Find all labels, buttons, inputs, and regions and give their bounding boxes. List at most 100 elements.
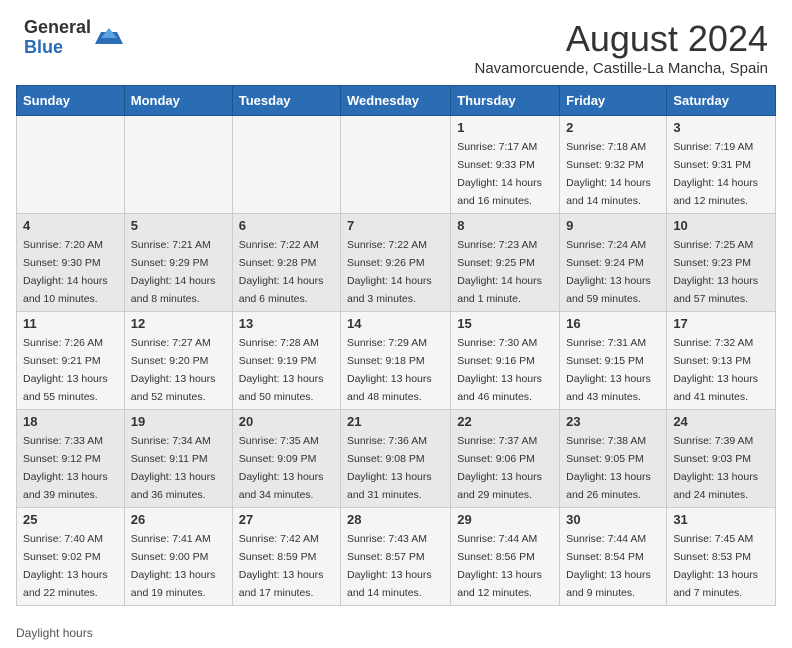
week-row-3: 11Sunrise: 7:26 AM Sunset: 9:21 PM Dayli… [17,312,776,410]
day-cell: 14 Sunrise: 7:29 AM Sunset: 9:18 PM Dayli… [341,312,451,410]
day-number: 7 [347,218,444,233]
calendar-table: SundayMondayTuesdayWednesdayThursdayFrid… [16,85,776,606]
daylight-hours-label: Daylight hours [16,626,93,640]
day-info: Sunrise: 7:18 AM Sunset: 9:32 PM Dayligh… [566,141,651,207]
day-number: 27 [239,512,334,527]
day-cell: 12 Sunrise: 7:27 AM Sunset: 9:20 PM Dayli… [124,312,232,410]
day-cell [341,116,451,214]
day-number: 26 [131,512,226,527]
day-info: Sunrise: 7:44 AM Sunset: 8:54 PM Dayligh… [566,533,651,599]
day-number: 28 [347,512,444,527]
day-number: 1 [457,120,553,135]
day-cell: 16 Sunrise: 7:31 AM Sunset: 9:15 PM Dayli… [560,312,667,410]
day-info: Sunrise: 7:29 AM Sunset: 9:18 PM Dayligh… [347,337,432,403]
day-cell: 10Sunrise: 7:25 AM Sunset: 9:23 PM Dayli… [667,214,776,312]
header-cell-tuesday: Tuesday [232,86,340,116]
day-cell: 15 Sunrise: 7:30 AM Sunset: 9:16 PM Dayli… [451,312,560,410]
day-cell [17,116,125,214]
day-number: 14 [347,316,444,331]
day-cell: 23Sunrise: 7:38 AM Sunset: 9:05 PM Dayli… [560,410,667,508]
logo-icon [95,24,123,52]
header-cell-sunday: Sunday [17,86,125,116]
footer: Daylight hours [0,622,792,648]
day-cell: 11Sunrise: 7:26 AM Sunset: 9:21 PM Dayli… [17,312,125,410]
day-info: Sunrise: 7:39 AM Sunset: 9:03 PM Dayligh… [673,435,758,501]
logo-blue: Blue [24,38,91,58]
calendar-header: SundayMondayTuesdayWednesdayThursdayFrid… [17,86,776,116]
day-cell: 29 Sunrise: 7:44 AM Sunset: 8:56 PM Dayli… [451,508,560,606]
subtitle: Navamorcuende, Castille-La Mancha, Spain [475,60,769,77]
day-number: 22 [457,414,553,429]
day-cell: 17 Sunrise: 7:32 AM Sunset: 9:13 PM Dayli… [667,312,776,410]
day-info: Sunrise: 7:24 AM Sunset: 9:24 PM Dayligh… [566,239,651,305]
day-cell: 28Sunrise: 7:43 AM Sunset: 8:57 PM Dayli… [341,508,451,606]
day-cell: 21 Sunrise: 7:36 AM Sunset: 9:08 PM Dayli… [341,410,451,508]
day-number: 10 [673,218,769,233]
day-number: 5 [131,218,226,233]
day-cell: 25Sunrise: 7:40 AM Sunset: 9:02 PM Dayli… [17,508,125,606]
day-cell: 19Sunrise: 7:34 AM Sunset: 9:11 PM Dayli… [124,410,232,508]
day-cell: 27 Sunrise: 7:42 AM Sunset: 8:59 PM Dayli… [232,508,340,606]
week-row-5: 25Sunrise: 7:40 AM Sunset: 9:02 PM Dayli… [17,508,776,606]
day-number: 25 [23,512,118,527]
day-cell: 20 Sunrise: 7:35 AM Sunset: 9:09 PM Dayli… [232,410,340,508]
main-title: August 2024 [475,18,769,60]
day-info: Sunrise: 7:22 AM Sunset: 9:28 PM Dayligh… [239,239,324,305]
title-area: August 2024 Navamorcuende, Castille-La M… [475,18,769,77]
day-info: Sunrise: 7:41 AM Sunset: 9:00 PM Dayligh… [131,533,216,599]
day-number: 3 [673,120,769,135]
day-info: Sunrise: 7:26 AM Sunset: 9:21 PM Dayligh… [23,337,108,403]
page-header: General Blue August 2024 Navamorcuende, … [0,0,792,85]
day-cell: 8 Sunrise: 7:23 AM Sunset: 9:25 PM Daylig… [451,214,560,312]
day-cell: 31Sunrise: 7:45 AM Sunset: 8:53 PM Dayli… [667,508,776,606]
header-cell-thursday: Thursday [451,86,560,116]
day-number: 21 [347,414,444,429]
day-info: Sunrise: 7:36 AM Sunset: 9:08 PM Dayligh… [347,435,432,501]
day-number: 24 [673,414,769,429]
day-number: 30 [566,512,660,527]
header-cell-saturday: Saturday [667,86,776,116]
day-cell: 26 Sunrise: 7:41 AM Sunset: 9:00 PM Dayli… [124,508,232,606]
day-number: 20 [239,414,334,429]
header-row: SundayMondayTuesdayWednesdayThursdayFrid… [17,86,776,116]
day-cell: 9 Sunrise: 7:24 AM Sunset: 9:24 PM Daylig… [560,214,667,312]
day-info: Sunrise: 7:23 AM Sunset: 9:25 PM Dayligh… [457,239,542,305]
day-number: 12 [131,316,226,331]
day-number: 8 [457,218,553,233]
day-info: Sunrise: 7:33 AM Sunset: 9:12 PM Dayligh… [23,435,108,501]
day-cell: 22Sunrise: 7:37 AM Sunset: 9:06 PM Dayli… [451,410,560,508]
day-number: 15 [457,316,553,331]
calendar-container: SundayMondayTuesdayWednesdayThursdayFrid… [0,85,792,622]
day-number: 16 [566,316,660,331]
day-number: 29 [457,512,553,527]
logo: General Blue [24,18,123,58]
day-info: Sunrise: 7:30 AM Sunset: 9:16 PM Dayligh… [457,337,542,403]
day-info: Sunrise: 7:22 AM Sunset: 9:26 PM Dayligh… [347,239,432,305]
day-info: Sunrise: 7:34 AM Sunset: 9:11 PM Dayligh… [131,435,216,501]
day-info: Sunrise: 7:17 AM Sunset: 9:33 PM Dayligh… [457,141,542,207]
day-cell: 5Sunrise: 7:21 AM Sunset: 9:29 PM Daylig… [124,214,232,312]
day-number: 9 [566,218,660,233]
day-number: 2 [566,120,660,135]
header-cell-monday: Monday [124,86,232,116]
day-info: Sunrise: 7:42 AM Sunset: 8:59 PM Dayligh… [239,533,324,599]
day-cell: 1 Sunrise: 7:17 AM Sunset: 9:33 PM Daylig… [451,116,560,214]
day-number: 18 [23,414,118,429]
calendar-body: 1 Sunrise: 7:17 AM Sunset: 9:33 PM Daylig… [17,116,776,606]
day-number: 17 [673,316,769,331]
day-cell: 6 Sunrise: 7:22 AM Sunset: 9:28 PM Daylig… [232,214,340,312]
day-number: 6 [239,218,334,233]
day-cell [124,116,232,214]
day-info: Sunrise: 7:32 AM Sunset: 9:13 PM Dayligh… [673,337,758,403]
day-number: 23 [566,414,660,429]
day-cell: 18 Sunrise: 7:33 AM Sunset: 9:12 PM Dayli… [17,410,125,508]
day-info: Sunrise: 7:27 AM Sunset: 9:20 PM Dayligh… [131,337,216,403]
day-cell: 2 Sunrise: 7:18 AM Sunset: 9:32 PM Daylig… [560,116,667,214]
logo-general: General [24,18,91,38]
day-info: Sunrise: 7:35 AM Sunset: 9:09 PM Dayligh… [239,435,324,501]
day-info: Sunrise: 7:44 AM Sunset: 8:56 PM Dayligh… [457,533,542,599]
day-number: 4 [23,218,118,233]
day-number: 13 [239,316,334,331]
day-number: 31 [673,512,769,527]
day-info: Sunrise: 7:31 AM Sunset: 9:15 PM Dayligh… [566,337,651,403]
